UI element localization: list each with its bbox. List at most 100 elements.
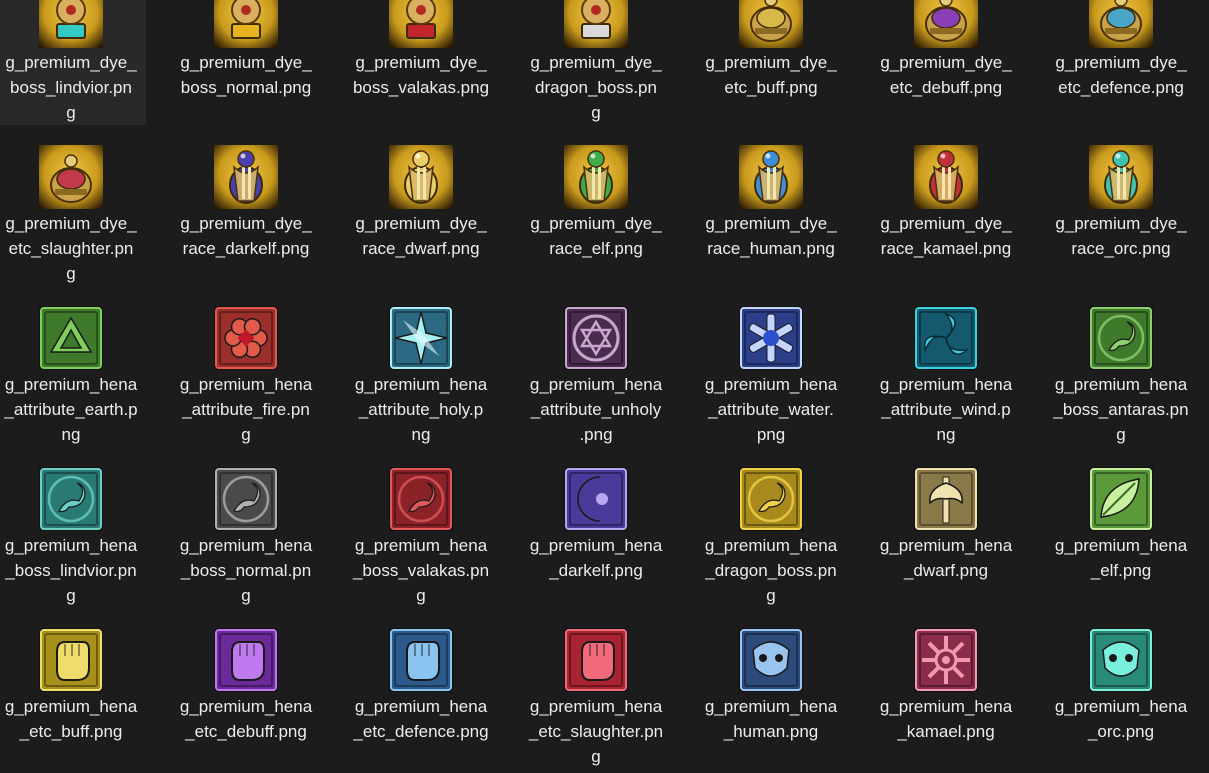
file-item[interactable]: g_premium_hena _attribute_fire.pn g: [171, 306, 321, 447]
file-name-line: _elf.png: [1090, 561, 1152, 580]
file-item[interactable]: g_premium_hena _attribute_wind.p ng: [871, 306, 1021, 447]
file-name-line: _dwarf.png: [903, 561, 989, 580]
file-item[interactable]: g_premium_hena _attribute_unholy .png: [521, 306, 671, 447]
file-name-line: g_premium_hena: [1054, 375, 1188, 394]
file-name-line: .png: [579, 425, 613, 444]
file-name-line: g: [766, 586, 776, 605]
hena-attribute-earth-icon: [39, 306, 103, 370]
file-name-label: g_premium_hena _attribute_water. png: [696, 372, 846, 447]
file-name-line: g_premium_hena: [704, 375, 838, 394]
file-name-line: g_premium_hena: [179, 536, 313, 555]
file-name-line: g_premium_hena: [179, 375, 313, 394]
file-item[interactable]: g_premium_dye_ race_darkelf.png: [171, 145, 321, 261]
dye-race-orc-icon: [1089, 145, 1153, 209]
file-name-line: g_premium_hena: [879, 536, 1013, 555]
hena-elf-icon: [1089, 467, 1153, 531]
file-name-line: g: [1116, 425, 1126, 444]
file-item[interactable]: g_premium_hena _elf.png: [1046, 467, 1196, 583]
file-name-line: dragon_boss.pn: [535, 78, 657, 97]
file-item[interactable]: g_premium_hena _attribute_holy.p ng: [346, 306, 496, 447]
file-name-line: g_premium_hena: [4, 697, 138, 716]
file-name-line: g_premium_hena: [179, 697, 313, 716]
file-item[interactable]: g_premium_hena _orc.png: [1046, 628, 1196, 744]
file-name-line: g_premium_hena: [704, 697, 838, 716]
file-name-line: race_kamael.png: [880, 239, 1012, 258]
file-name-line: _dragon_boss.pn: [705, 561, 837, 580]
file-name-label: g_premium_dye_ race_darkelf.png: [171, 211, 321, 261]
hena-boss-valakas-icon: [389, 467, 453, 531]
hena-darkelf-icon: [564, 467, 628, 531]
file-name-line: g_premium_hena: [4, 375, 138, 394]
file-item[interactable]: g_premium_dye_ boss_lindvior.pn g: [0, 0, 146, 125]
file-item[interactable]: g_premium_hena _attribute_water. png: [696, 306, 846, 447]
file-name-line: _attribute_holy.p: [358, 400, 484, 419]
file-name-label: g_premium_hena _etc_buff.png: [0, 694, 146, 744]
file-name-label: g_premium_dye_ etc_slaughter.pn g: [0, 211, 146, 286]
file-item[interactable]: g_premium_hena _boss_antaras.png: [1046, 306, 1196, 447]
file-name-label: g_premium_hena _boss_antaras.png: [1046, 372, 1196, 447]
file-name-label: g_premium_hena _etc_debuff.png: [171, 694, 321, 744]
file-name-label: g_premium_dye_ boss_normal.png: [171, 50, 321, 100]
hena-etc-buff-icon: [39, 628, 103, 692]
file-name-line: g_premium_dye_: [1055, 214, 1187, 233]
file-name-line: _orc.png: [1087, 722, 1155, 741]
file-item[interactable]: g_premium_hena _etc_buff.png: [0, 628, 146, 744]
file-item[interactable]: g_premium_dye_ etc_defence.png: [1046, 0, 1196, 100]
file-name-line: _kamael.png: [897, 722, 995, 741]
file-name-label: g_premium_hena _boss_normal.pn g: [171, 533, 321, 608]
dye-dragon-boss-icon: [564, 0, 628, 48]
file-name-label: g_premium_dye_ race_human.png: [696, 211, 846, 261]
file-name-line: g_premium_hena: [4, 536, 138, 555]
file-name-label: g_premium_dye_ etc_buff.png: [696, 50, 846, 100]
file-item[interactable]: g_premium_hena _darkelf.png: [521, 467, 671, 583]
dye-etc-slaughter-icon: [39, 145, 103, 209]
file-item[interactable]: g_premium_hena _etc_slaughter.pn g: [521, 628, 671, 769]
file-name-line: g_premium_hena: [529, 536, 663, 555]
file-name-label: g_premium_hena _dragon_boss.pn g: [696, 533, 846, 608]
file-item[interactable]: g_premium_hena _boss_valakas.pn g: [346, 467, 496, 608]
file-name-line: boss_lindvior.pn: [10, 78, 132, 97]
file-item[interactable]: g_premium_hena _dragon_boss.pn g: [696, 467, 846, 608]
file-item[interactable]: g_premium_dye_ race_dwarf.png: [346, 145, 496, 261]
file-item[interactable]: g_premium_dye_ boss_normal.png: [171, 0, 321, 100]
file-name-label: g_premium_hena _dwarf.png: [871, 533, 1021, 583]
file-item[interactable]: g_premium_dye_ boss_valakas.png: [346, 0, 496, 100]
file-item[interactable]: g_premium_dye_ race_orc.png: [1046, 145, 1196, 261]
file-name-line: _boss_antaras.pn: [1053, 400, 1189, 419]
file-name-line: g_premium_dye_: [5, 53, 137, 72]
dye-race-darkelf-icon: [214, 145, 278, 209]
file-name-line: _attribute_unholy: [530, 400, 662, 419]
file-item[interactable]: g_premium_hena _attribute_earth.p ng: [0, 306, 146, 447]
hena-boss-lindvior-icon: [39, 467, 103, 531]
file-name-line: g: [416, 586, 426, 605]
file-item[interactable]: g_premium_dye_ etc_slaughter.pn g: [0, 145, 146, 286]
hena-attribute-unholy-icon: [564, 306, 628, 370]
file-item[interactable]: g_premium_hena _dwarf.png: [871, 467, 1021, 583]
hena-kamael-icon: [914, 628, 978, 692]
file-item[interactable]: g_premium_dye_ etc_buff.png: [696, 0, 846, 100]
file-name-label: g_premium_hena _attribute_fire.pn g: [171, 372, 321, 447]
file-item[interactable]: g_premium_hena _etc_defence.png: [346, 628, 496, 744]
file-item[interactable]: g_premium_hena _human.png: [696, 628, 846, 744]
file-item[interactable]: g_premium_hena _kamael.png: [871, 628, 1021, 744]
hena-human-icon: [739, 628, 803, 692]
file-name-label: g_premium_dye_ boss_valakas.png: [346, 50, 496, 100]
file-item[interactable]: g_premium_dye_ race_elf.png: [521, 145, 671, 261]
dye-boss-lindvior-icon: [39, 0, 103, 48]
file-item[interactable]: g_premium_dye_ race_kamael.png: [871, 145, 1021, 261]
file-item[interactable]: g_premium_hena _etc_debuff.png: [171, 628, 321, 744]
file-item[interactable]: g_premium_hena _boss_normal.pn g: [171, 467, 321, 608]
file-name-label: g_premium_dye_ race_kamael.png: [871, 211, 1021, 261]
hena-attribute-water-icon: [739, 306, 803, 370]
file-name-line: g_premium_dye_: [5, 214, 137, 233]
file-item[interactable]: g_premium_hena _boss_lindvior.pn g: [0, 467, 146, 608]
file-item[interactable]: g_premium_dye_ race_human.png: [696, 145, 846, 261]
file-item[interactable]: g_premium_dye_ dragon_boss.pn g: [521, 0, 671, 125]
file-name-line: g: [66, 264, 76, 283]
file-name-line: g_premium_hena: [529, 697, 663, 716]
file-name-line: boss_normal.png: [180, 78, 312, 97]
file-item[interactable]: g_premium_dye_ etc_debuff.png: [871, 0, 1021, 100]
file-name-label: g_premium_hena _attribute_earth.p ng: [0, 372, 146, 447]
hena-dwarf-icon: [914, 467, 978, 531]
file-name-line: _etc_debuff.png: [185, 722, 307, 741]
